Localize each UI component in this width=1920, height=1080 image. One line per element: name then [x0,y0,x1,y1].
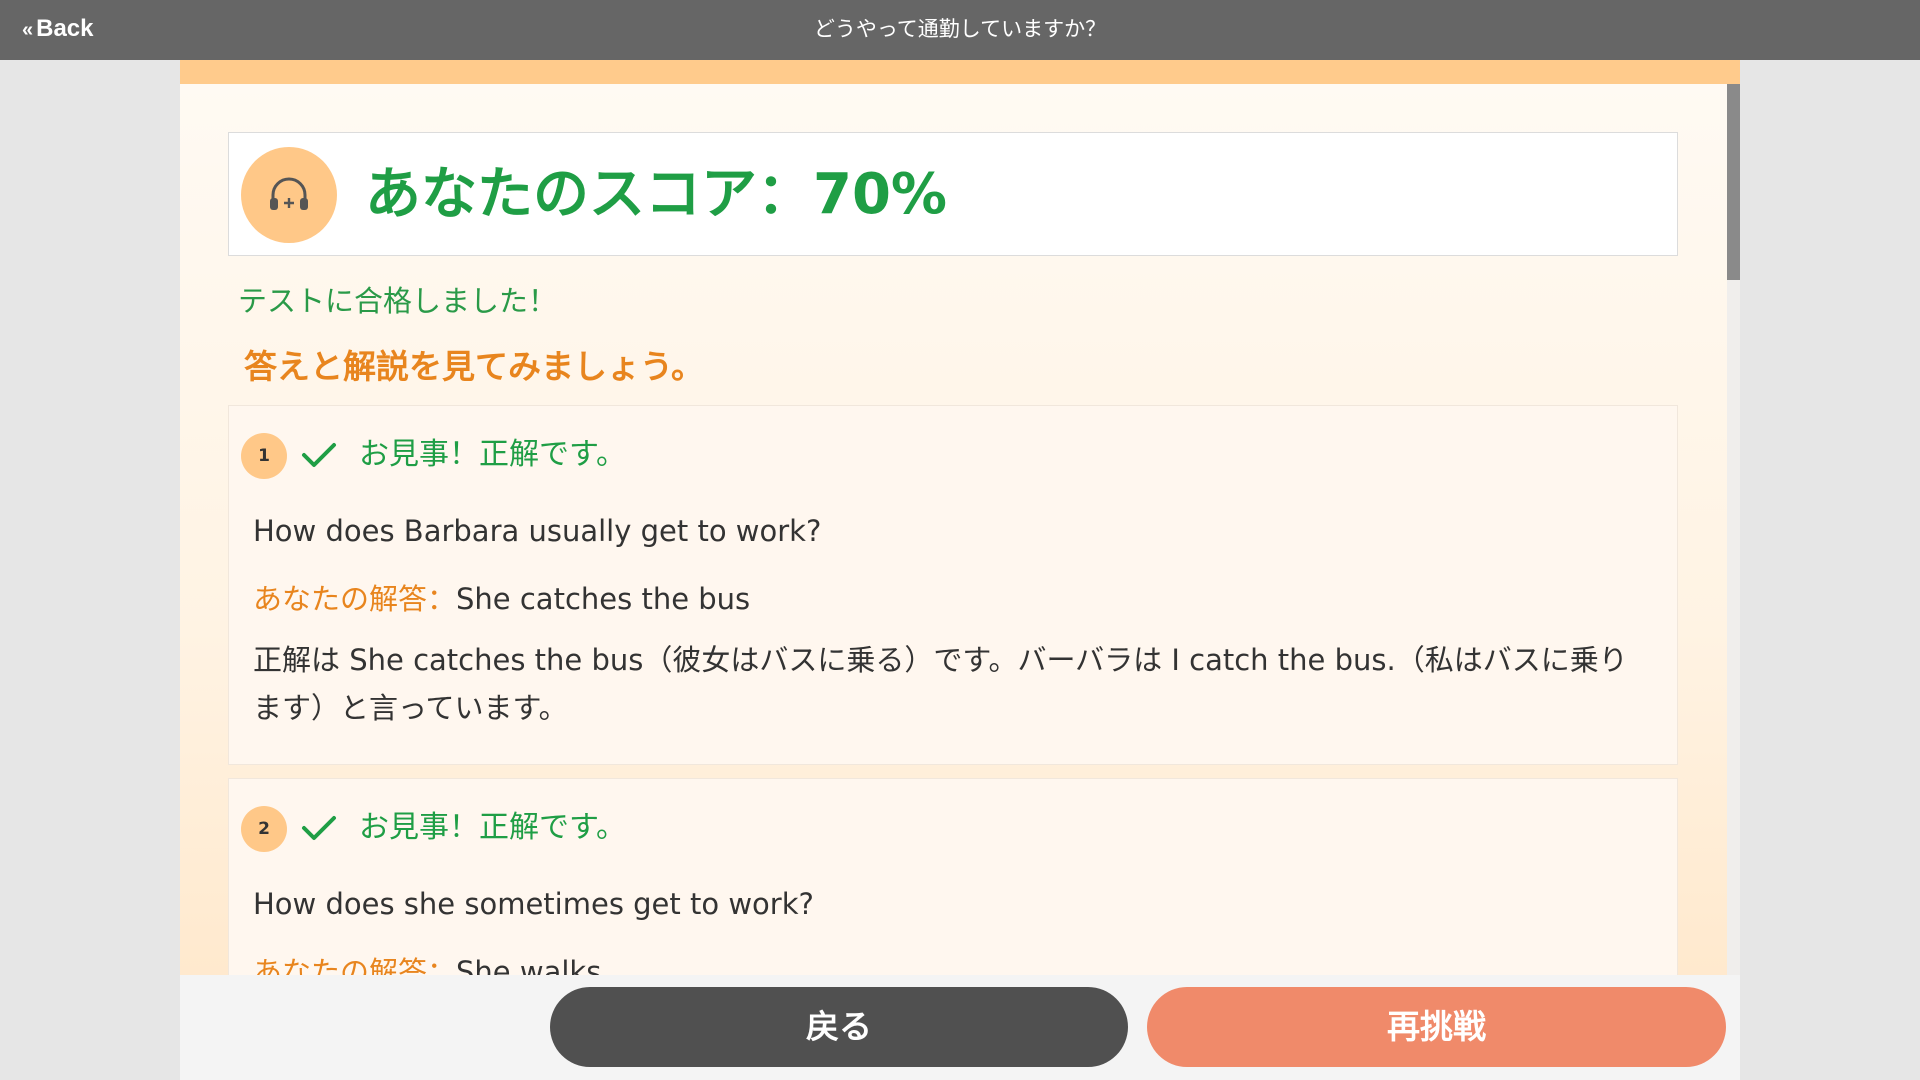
headphones-icon [241,147,337,243]
review-prompt: 答えと解説を見てみましょう。 [244,347,705,386]
panel-header-band [180,60,1740,84]
answer-label: あなたの解答： [253,582,457,616]
scrollbar-thumb[interactable] [1727,84,1740,280]
page-title: どうやって通勤していますか？ [813,17,1107,41]
back-button[interactable]: 戻る [550,987,1128,1067]
score-title: あなたのスコア：70% [365,162,948,227]
user-answer: あなたの解答：She catches the bus [253,576,750,618]
top-navigation-bar: «Back どうやって通勤していますか？ [0,0,1920,60]
pass-message: テストに合格しました！ [238,284,558,318]
explanation-text: 正解は She catches the bus（彼女はバスに乗る）です。バーバラ… [253,643,1628,725]
question-card: 1 お見事！正解です。 How does Barbara usually get… [228,405,1678,765]
answer-value: She catches the bus [456,582,751,616]
checkmark-icon [302,816,336,840]
question-text: How does Barbara usually get to work? [253,514,822,548]
score-card: あなたのスコア：70% [228,132,1678,256]
result-status: お見事！正解です。 [359,437,626,472]
retry-button[interactable]: 再挑戦 [1147,987,1726,1067]
question-number-badge: 2 [241,806,287,852]
result-status: お見事！正解です。 [359,810,626,845]
checkmark-icon [302,443,336,467]
question-text: How does she sometimes get to work? [253,887,814,921]
results-panel: あなたのスコア：70% テストに合格しました！ 答えと解説を見てみましょう。 1… [180,60,1740,1080]
question-number-badge: 1 [241,433,287,479]
